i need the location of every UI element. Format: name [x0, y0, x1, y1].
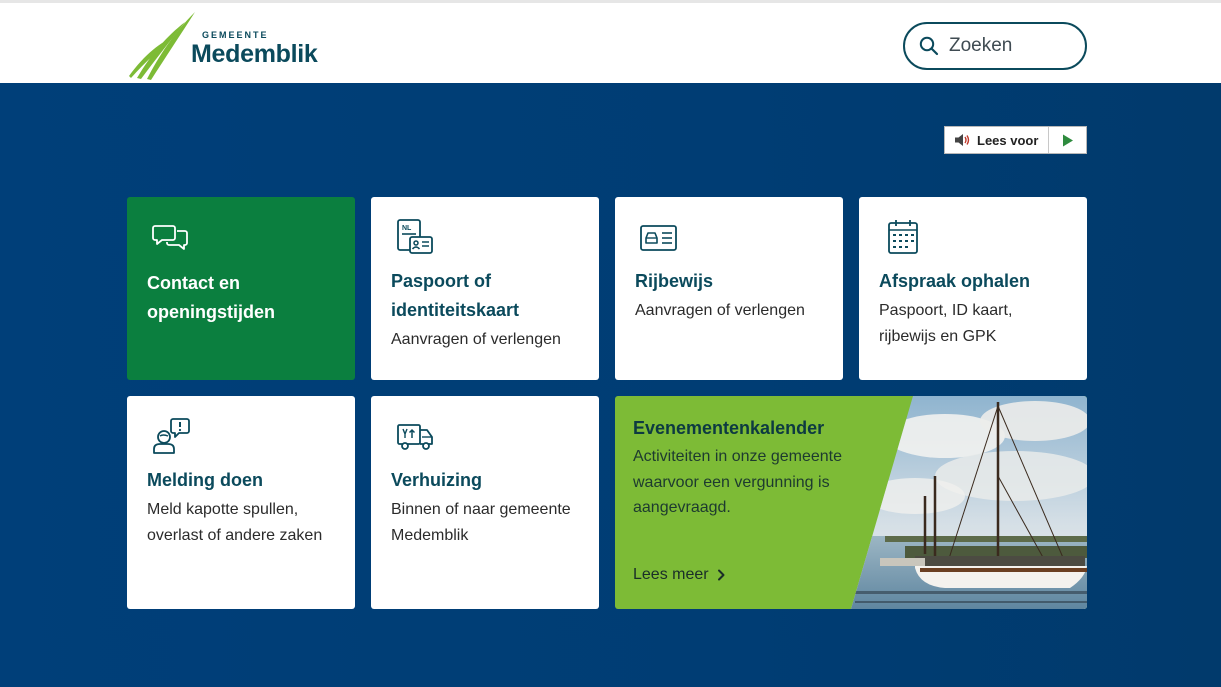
tile-report[interactable]: Melding doen Meld kapotte spullen, overl… [127, 396, 355, 609]
moving-truck-icon [397, 424, 433, 450]
tile-moving-subtitle: Binnen of naar gemeente Medemblik [391, 501, 571, 544]
speaker-icon [955, 134, 970, 146]
tile-passport[interactable]: NL Paspoort of identiteitskaart Aanvrage… [371, 197, 599, 380]
hero-section: Lees voor Contact en openingstijden NL P… [0, 83, 1221, 687]
chat-bubbles-icon [152, 225, 188, 250]
chevron-right-icon [717, 569, 725, 581]
event-title: Evenementenkalender [633, 418, 825, 438]
play-button[interactable] [1049, 127, 1086, 153]
tile-passport-title: Paspoort of identiteitskaart [391, 271, 520, 320]
tile-report-title: Melding doen [147, 470, 263, 490]
event-description: Activiteiten in onze gemeente waarvoor e… [633, 448, 843, 516]
tile-contact-title: Contact en openingstijden [147, 273, 275, 322]
tile-appointment[interactable]: Afspraak ophalen Paspoort, ID kaart, rij… [859, 197, 1087, 380]
reed-logo-icon [129, 12, 195, 80]
readspeaker-widget: Lees voor [944, 126, 1087, 154]
tile-passport-subtitle: Aanvragen of verlengen [391, 331, 561, 348]
search-box[interactable] [903, 22, 1087, 70]
logo-small-text: GEMEENTE [202, 30, 269, 40]
tile-report-subtitle: Meld kapotte spullen, overlast of andere… [147, 501, 323, 544]
search-input[interactable] [949, 35, 1079, 57]
tile-driving-license-title: Rijbewijs [635, 271, 714, 291]
site-logo[interactable]: GEMEENTE Medemblik [127, 10, 337, 80]
svg-text:NL: NL [402, 225, 412, 232]
event-calendar-card[interactable]: Evenementenkalender Activiteiten in onze… [615, 396, 1087, 609]
tile-appointment-title: Afspraak ophalen [879, 271, 1031, 291]
logo-big-text: Medemblik [191, 40, 318, 68]
calendar-icon [888, 220, 918, 254]
id-card-nl-icon: NL [397, 219, 433, 254]
site-header: GEMEENTE Medemblik [0, 3, 1221, 83]
read-more-label: Lees meer [633, 566, 709, 583]
driving-license-icon [640, 225, 677, 251]
tile-appointment-subtitle: Paspoort, ID kaart, rijbewijs en GPK [879, 302, 1013, 345]
tile-contact[interactable]: Contact en openingstijden [127, 197, 355, 380]
play-icon [1062, 134, 1073, 146]
read-more-link[interactable]: Lees meer [633, 566, 726, 584]
read-aloud-label: Lees voor [977, 132, 1039, 148]
event-content: Evenementenkalender Activiteiten in onze… [633, 414, 903, 521]
tile-moving-title: Verhuizing [391, 470, 483, 490]
read-aloud-button[interactable]: Lees voor [945, 127, 1049, 153]
tile-driving-license[interactable]: Rijbewijs Aanvragen of verlengen [615, 197, 843, 380]
person-report-icon [153, 418, 190, 454]
tile-moving[interactable]: Verhuizing Binnen of naar gemeente Medem… [371, 396, 599, 609]
search-icon [919, 36, 939, 56]
tile-driving-license-subtitle: Aanvragen of verlengen [635, 302, 805, 319]
